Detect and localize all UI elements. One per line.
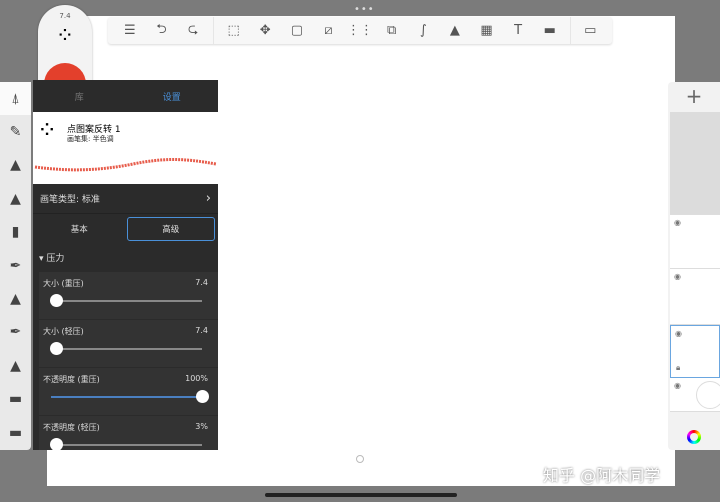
layer-item[interactable]: ◉ <box>670 215 720 269</box>
add-layer-button[interactable]: + <box>668 82 720 112</box>
tab-library[interactable]: 库 <box>33 90 126 103</box>
slider-track[interactable] <box>51 390 209 403</box>
slider-label: 不透明度 (重压) <box>43 375 100 384</box>
watermark: 知乎 @阿木同学 <box>543 466 661 485</box>
brush-type-row[interactable]: 画笔类型: 标准 › <box>33 184 218 214</box>
layer-thumbnail[interactable] <box>670 112 720 215</box>
lock-icon[interactable]: 🔒︎ <box>676 363 680 373</box>
fill-tool[interactable]: ▬ <box>0 416 31 449</box>
copy-icon[interactable]: ▢ <box>281 23 313 38</box>
layer-item[interactable]: ◉ <box>670 269 720 325</box>
eye-icon[interactable]: ◉ <box>674 381 681 390</box>
brush-tool-strip: ⍋ ✎ ▲ ▲ ▮ ✒ ▲ ✒ ▲ ▬ ▬ <box>0 82 31 450</box>
fullscreen-icon[interactable]: ▭ <box>575 23 607 38</box>
color-wheel-icon[interactable] <box>687 430 701 444</box>
brush-settings-tool[interactable]: ⍋ <box>0 82 31 116</box>
slider-track[interactable] <box>49 438 202 450</box>
slider-knob[interactable] <box>49 342 63 355</box>
image-add-icon[interactable]: ▲ <box>439 23 471 38</box>
layers-panel: + ◉ ◉ ◉ 🔒︎ ◉ <box>668 82 720 450</box>
transform-icon[interactable]: ✥ <box>249 23 281 38</box>
pressure-slider: 大小 (重压) 7.4 <box>39 272 218 319</box>
symmetry-icon[interactable]: ⋮⋮ <box>344 23 376 38</box>
background-layer[interactable]: ◉ <box>670 378 720 412</box>
brush-stroke-preview <box>34 158 217 172</box>
ink-pen-tool[interactable]: ✒ <box>0 249 31 282</box>
pencil-tool[interactable]: ✎ <box>0 115 31 148</box>
slider-knob[interactable] <box>196 390 209 403</box>
mode-basic-button[interactable]: 基本 <box>36 217 123 241</box>
toolbar-divider <box>212 17 214 44</box>
list-icon[interactable]: ☰ <box>114 23 146 38</box>
brush-type-label: 画笔类型: 标准 <box>40 195 100 205</box>
home-indicator[interactable] <box>265 493 457 497</box>
layer-item-selected[interactable]: ◉ 🔒︎ <box>670 325 720 378</box>
curve-icon[interactable]: ∫ <box>407 23 439 38</box>
slider-value: 7.4 <box>195 326 208 335</box>
pressure-slider: 不透明度 (轻压) 3% <box>39 416 218 450</box>
redo-icon[interactable]: ⮎ <box>177 20 209 42</box>
pressure-slider: 大小 (轻压) 7.4 <box>39 320 218 367</box>
eye-icon[interactable]: ◉ <box>674 218 681 227</box>
slider-knob[interactable] <box>49 294 63 307</box>
perspective-icon[interactable]: ▦ <box>471 23 503 38</box>
slider-track[interactable] <box>49 342 202 355</box>
brush-panel: 库 设置 ⁘ 点图案反转 1 画笔集: 半色调 画笔类型: 标准 › 基本 高级 … <box>33 80 218 450</box>
brush-size-value: 7.4 <box>59 12 71 20</box>
shapes-icon[interactable]: ⧉ <box>376 23 408 38</box>
slider-fill <box>51 396 202 398</box>
undo-icon[interactable]: ⮌ <box>146 20 178 42</box>
multitask-dots[interactable]: ••• <box>354 4 375 15</box>
canvas-cursor-icon <box>356 455 364 463</box>
mode-advanced-button[interactable]: 高级 <box>126 217 215 241</box>
pressure-slider: 不透明度 (重压) 100% <box>39 368 218 415</box>
oil-brush-tool[interactable]: ▲ <box>0 282 31 315</box>
slider-value: 7.4 <box>195 278 208 287</box>
background-color-swatch[interactable] <box>696 381 720 409</box>
toolbar-divider <box>569 17 571 44</box>
fountain-pen-tool[interactable]: ✒ <box>0 316 31 349</box>
brush-pattern-icon: ⁘ <box>37 116 58 144</box>
top-toolbar: ☰ ⮌ ⮎ ⬚ ✥ ▢ ⧄ ⋮⋮ ⧉ ∫ ▲ ▦ T ▬ ▭ <box>108 17 612 44</box>
slider-knob[interactable] <box>49 438 63 450</box>
video-icon[interactable]: ▬ <box>534 23 566 38</box>
slider-track[interactable] <box>49 294 202 307</box>
airbrush-tool[interactable]: ▲ <box>0 182 31 215</box>
ruler-icon[interactable]: ⧄ <box>313 23 345 38</box>
slider-label: 不透明度 (轻压) <box>43 423 100 432</box>
marker-tool[interactable]: ▲ <box>0 149 31 182</box>
slider-label: 大小 (重压) <box>43 279 84 288</box>
smudge-tool[interactable]: ▲ <box>0 349 31 382</box>
eraser-tool[interactable]: ▬ <box>0 383 31 416</box>
slider-value: 100% <box>185 374 208 383</box>
eye-icon[interactable]: ◉ <box>675 329 682 338</box>
paint-brush-tool[interactable]: ▮ <box>0 216 31 249</box>
brush-preview: ⁘ 点图案反转 1 画笔集: 半色调 <box>33 112 218 184</box>
select-icon[interactable]: ⬚ <box>218 23 250 38</box>
tab-settings[interactable]: 设置 <box>126 90 219 103</box>
slider-label: 大小 (轻压) <box>43 327 84 336</box>
text-icon[interactable]: T <box>502 23 534 38</box>
pressure-section-toggle[interactable]: ▾ 压力 <box>33 244 218 272</box>
eye-icon[interactable]: ◉ <box>674 272 681 281</box>
brush-set: 画笔集: 半色调 <box>67 135 114 143</box>
chevron-right-icon: › <box>205 191 211 206</box>
slider-value: 3% <box>195 422 208 431</box>
brush-pattern-icon: ⁘ <box>55 24 75 49</box>
